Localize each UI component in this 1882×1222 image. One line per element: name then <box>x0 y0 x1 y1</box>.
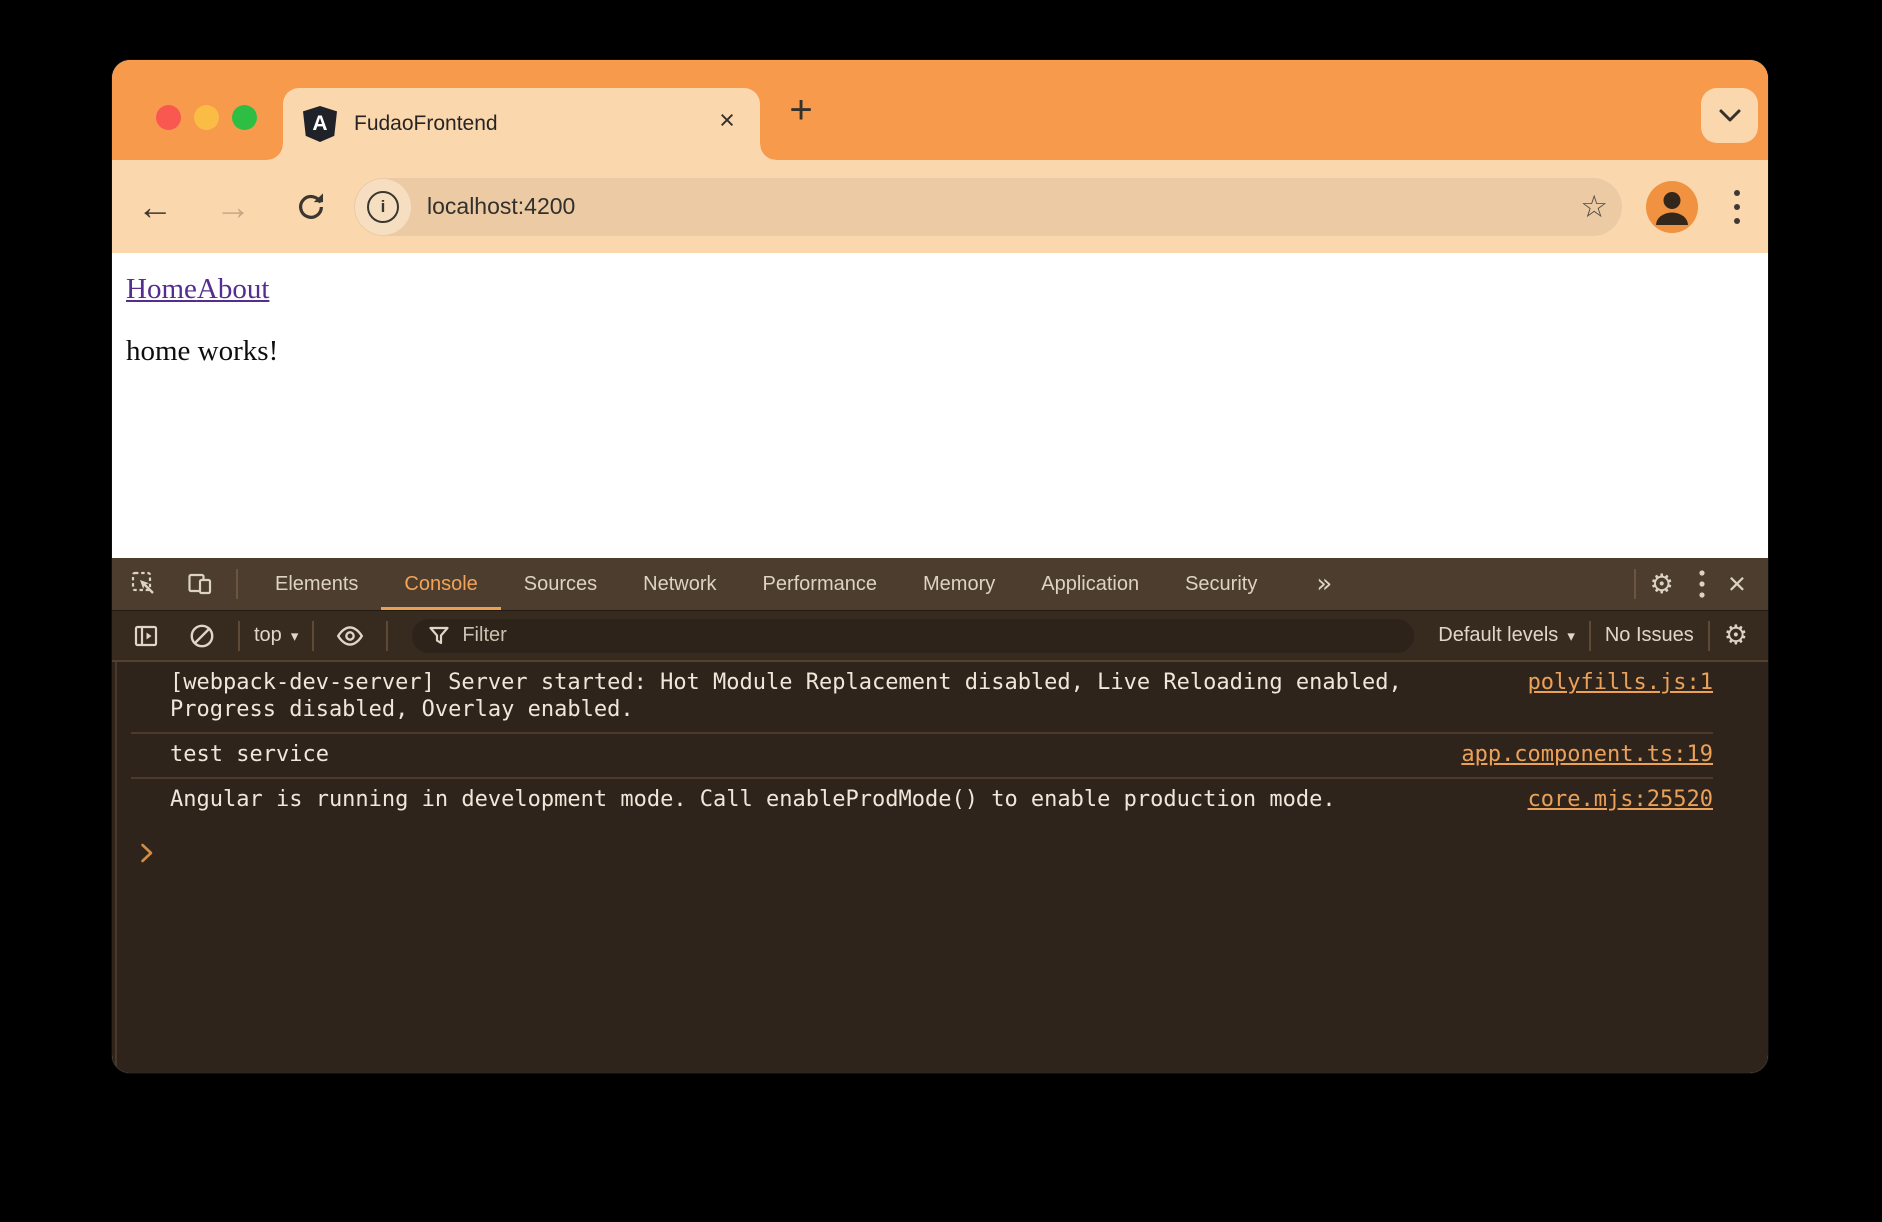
tab-title: FudaoFrontend <box>354 112 710 136</box>
console-settings-button[interactable]: ⚙ <box>1724 620 1748 651</box>
person-icon <box>1646 181 1698 233</box>
forward-button[interactable]: → <box>210 184 256 230</box>
console-message: test service app.component.ts:19 <box>131 734 1713 779</box>
message-line: [webpack-dev-server] Server started: Hot… <box>170 669 1402 696</box>
console-left-edge <box>115 662 117 1073</box>
browser-menu-button[interactable] <box>1732 187 1742 227</box>
bookmark-star-icon[interactable]: ☆ <box>1580 189 1608 225</box>
reload-button[interactable] <box>288 184 334 230</box>
filter-funnel-icon <box>428 625 450 647</box>
devtools-tab-security[interactable]: Security <box>1162 558 1280 610</box>
devtools-tabbar: Elements Console Sources Network Perform… <box>112 558 1768 610</box>
console-toolbar: top ▾ Defau <box>112 610 1768 660</box>
message-line: Progress disabled, Overlay enabled. <box>170 696 1402 723</box>
console-filter-field[interactable] <box>412 619 1414 653</box>
console-message: [webpack-dev-server] Server started: Hot… <box>131 662 1713 734</box>
issues-counter[interactable]: No Issues <box>1605 624 1694 647</box>
filter-input[interactable] <box>462 624 1398 647</box>
prompt-chevron-icon <box>140 842 154 864</box>
minimize-window-button[interactable] <box>194 105 219 130</box>
browser-window: A FudaoFrontend × + ← → <box>112 60 1768 1073</box>
device-toolbar-button[interactable] <box>178 564 222 604</box>
browser-toolbar: ← → i localhost:4200 ☆ <box>112 160 1768 253</box>
home-link[interactable]: Home <box>126 273 197 305</box>
devtools-panel: Elements Console Sources Network Perform… <box>112 558 1768 1073</box>
log-levels-selector[interactable]: Default levels ▾ <box>1438 624 1575 647</box>
address-bar[interactable]: i localhost:4200 ☆ <box>354 178 1622 236</box>
kebab-menu-icon <box>1732 187 1742 227</box>
devtools-tab-memory[interactable]: Memory <box>900 558 1018 610</box>
devtools-tab-sources[interactable]: Sources <box>501 558 620 610</box>
console-message-text: Angular is running in development mode. … <box>170 786 1336 813</box>
devtools-tab-application[interactable]: Application <box>1018 558 1162 610</box>
devtools-tabbar-right: ⚙ × <box>1620 566 1746 602</box>
live-expression-button[interactable] <box>328 616 372 656</box>
new-tab-button[interactable]: + <box>780 90 822 132</box>
titlebar[interactable]: A FudaoFrontend × + <box>112 60 1768 160</box>
log-levels-label: Default levels <box>1438 624 1558 647</box>
devtools-tab-elements[interactable]: Elements <box>252 558 381 610</box>
kebab-menu-icon <box>1698 568 1706 600</box>
close-window-button[interactable] <box>156 105 181 130</box>
source-link[interactable]: app.component.ts:19 <box>1461 741 1713 768</box>
devtools-tab-network[interactable]: Network <box>620 558 739 610</box>
devtools-tab-performance[interactable]: Performance <box>740 558 901 610</box>
console-sidebar-toggle[interactable] <box>124 616 168 656</box>
divider <box>238 621 240 651</box>
page-message: home works! <box>126 335 1768 368</box>
back-button[interactable]: ← <box>132 184 178 230</box>
source-link[interactable]: core.mjs:25520 <box>1528 786 1713 813</box>
eye-icon <box>335 623 365 649</box>
devtools-settings-button[interactable]: ⚙ <box>1650 569 1674 600</box>
more-tabs-button[interactable]: » <box>1316 569 1332 599</box>
page-content: HomeAbout home works! <box>112 253 1768 558</box>
clear-console-button[interactable] <box>180 616 224 656</box>
sidebar-toggle-icon <box>133 623 159 649</box>
traffic-lights <box>156 105 257 130</box>
divider <box>236 569 238 599</box>
site-info-button[interactable]: i <box>355 179 411 235</box>
profile-avatar[interactable] <box>1646 181 1698 233</box>
info-icon: i <box>367 191 399 223</box>
context-selector[interactable]: top ▾ <box>254 624 298 647</box>
divider <box>1708 621 1710 651</box>
console-messages: [webpack-dev-server] Server started: Hot… <box>131 662 1713 864</box>
message-line: Angular is running in development mode. … <box>170 786 1336 813</box>
divider <box>1634 569 1636 599</box>
tab-close-icon[interactable]: × <box>710 107 744 141</box>
message-line: test service <box>170 741 329 768</box>
devtools-close-button[interactable]: × <box>1728 566 1746 602</box>
console-output[interactable]: [webpack-dev-server] Server started: Hot… <box>112 660 1768 1073</box>
screenshot-stage: A FudaoFrontend × + ← → <box>0 0 1882 1222</box>
console-message-text: [webpack-dev-server] Server started: Hot… <box>170 669 1402 723</box>
source-link[interactable]: polyfills.js:1 <box>1528 669 1713 696</box>
clear-console-icon <box>188 622 216 650</box>
console-prompt[interactable] <box>131 822 1713 864</box>
inspect-element-button[interactable] <box>122 564 166 604</box>
zoom-window-button[interactable] <box>232 105 257 130</box>
divider <box>312 621 314 651</box>
inspect-cursor-icon <box>131 571 157 597</box>
device-toolbar-icon <box>187 571 213 597</box>
chevron-down-icon: ▾ <box>291 627 299 645</box>
angular-favicon-icon: A <box>303 106 337 142</box>
console-message: Angular is running in development mode. … <box>131 779 1713 822</box>
console-message-text: test service <box>170 741 329 768</box>
divider <box>1589 621 1591 651</box>
chevron-down-icon: ▾ <box>1567 627 1575 645</box>
about-link[interactable]: About <box>197 273 270 305</box>
devtools-tab-console[interactable]: Console <box>381 558 500 610</box>
browser-tab[interactable]: A FudaoFrontend × <box>283 88 760 160</box>
devtools-menu-button[interactable] <box>1698 568 1706 600</box>
nav-links: HomeAbout <box>126 273 1768 306</box>
reload-icon <box>296 192 326 222</box>
tab-search-chevron-button[interactable] <box>1701 88 1758 143</box>
chevron-down-icon <box>1717 108 1743 124</box>
url-text[interactable]: localhost:4200 <box>427 193 1580 220</box>
divider <box>386 621 388 651</box>
context-selector-label: top <box>254 624 282 647</box>
